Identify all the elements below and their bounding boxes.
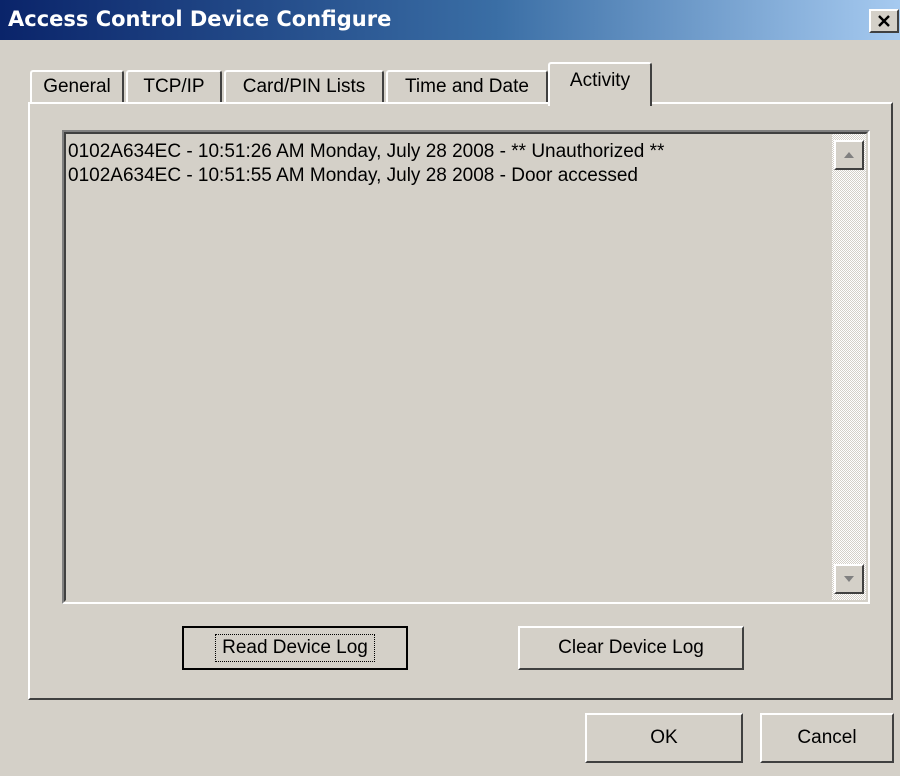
- tab-activity[interactable]: Activity: [548, 62, 652, 106]
- log-entry[interactable]: 0102A634EC - 10:51:55 AM Monday, July 28…: [66, 164, 826, 188]
- close-button[interactable]: [869, 9, 899, 33]
- ok-button[interactable]: OK: [585, 713, 743, 763]
- tab-time-and-date[interactable]: Time and Date: [386, 70, 548, 104]
- read-device-log-button[interactable]: Read Device Log: [182, 626, 408, 670]
- tab-general[interactable]: General: [30, 70, 124, 104]
- read-device-log-label: Read Device Log: [215, 634, 375, 662]
- dialog-window: Access Control Device Configure General …: [0, 0, 900, 776]
- clear-device-log-button[interactable]: Clear Device Log: [518, 626, 744, 670]
- log-entry[interactable]: 0102A634EC - 10:51:26 AM Monday, July 28…: [66, 140, 826, 164]
- scroll-down-button[interactable]: [834, 564, 864, 594]
- arrow-down-icon: [844, 576, 854, 582]
- activity-panel: 0102A634EC - 10:51:26 AM Monday, July 28…: [28, 102, 893, 700]
- cancel-button[interactable]: Cancel: [760, 713, 894, 763]
- window-title: Access Control Device Configure: [8, 7, 392, 31]
- title-bar[interactable]: Access Control Device Configure: [0, 0, 900, 40]
- arrow-up-icon: [844, 152, 854, 158]
- scroll-up-button[interactable]: [834, 140, 864, 170]
- tab-card-pin-lists[interactable]: Card/PIN Lists: [224, 70, 384, 104]
- activity-log-list[interactable]: 0102A634EC - 10:51:26 AM Monday, July 28…: [62, 130, 870, 604]
- log-lines: 0102A634EC - 10:51:26 AM Monday, July 28…: [66, 140, 826, 188]
- tab-tcpip[interactable]: TCP/IP: [126, 70, 222, 104]
- close-icon: [878, 15, 890, 27]
- vertical-scrollbar[interactable]: [832, 134, 866, 600]
